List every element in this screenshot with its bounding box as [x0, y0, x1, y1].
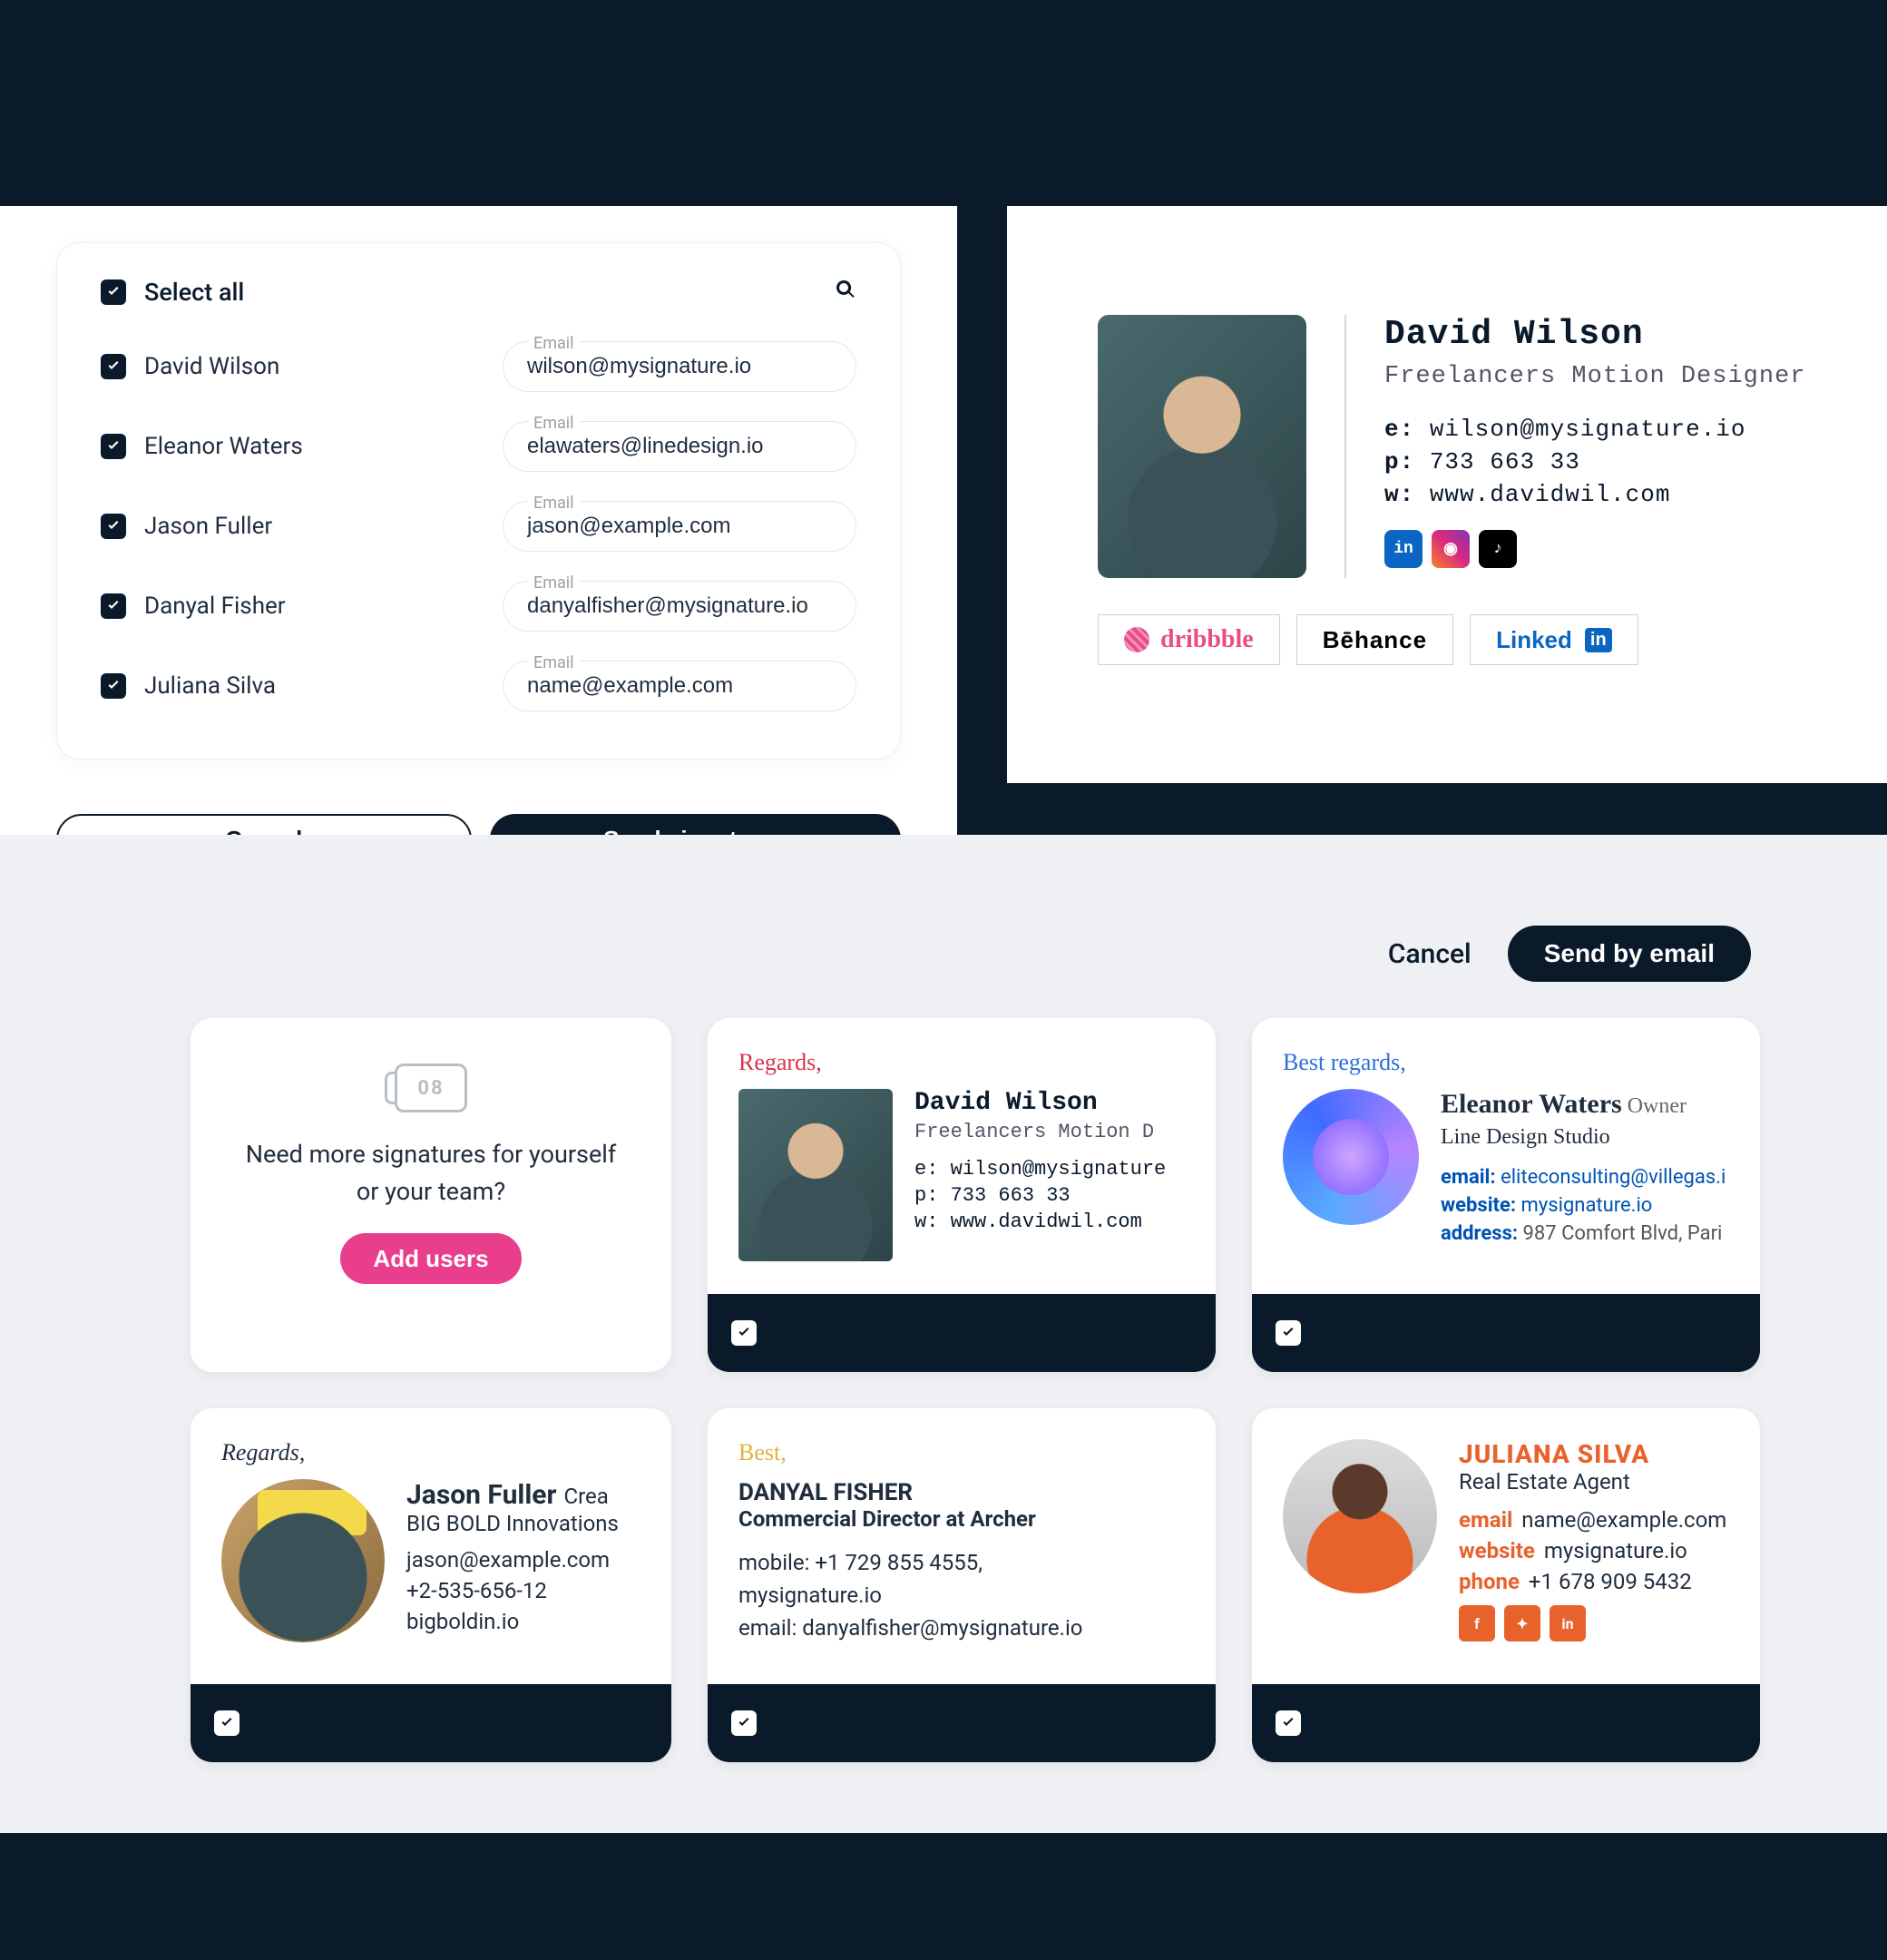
card-company: BIG BOLD Innovations — [406, 1511, 619, 1536]
facebook-icon[interactable]: f — [1459, 1605, 1495, 1642]
card-line: address: 987 Comfort Blvd, Pari — [1441, 1222, 1726, 1245]
select-all-checkbox[interactable] — [101, 279, 126, 305]
twitter-icon[interactable]: ✦ — [1504, 1605, 1540, 1642]
add-users-text: Need more signatures for yourself or you… — [227, 1136, 635, 1210]
user-name: Juliana Silva — [144, 672, 276, 700]
linkedin-icon[interactable]: in — [1384, 530, 1423, 568]
preview-phone: p: 733 663 33 — [1384, 448, 1805, 475]
user-name: David Wilson — [144, 353, 279, 380]
card-avatar — [1283, 1439, 1437, 1593]
user-row: Juliana Silva Email — [101, 661, 856, 711]
signatures-stack-icon — [395, 1063, 467, 1112]
dribbble-badge[interactable]: dribbble — [1098, 614, 1280, 665]
user-checkbox[interactable] — [101, 354, 126, 379]
card-checkbox[interactable] — [214, 1710, 240, 1736]
behance-badge[interactable]: Bēhance — [1296, 614, 1453, 665]
signature-card-eleanor[interactable]: Best regards, Eleanor WatersOwner Line D… — [1252, 1018, 1760, 1372]
user-checkbox[interactable] — [101, 434, 126, 459]
select-all-row: Select all — [101, 278, 856, 307]
card-checkbox[interactable] — [731, 1710, 757, 1736]
user-name: Jason Fuller — [144, 513, 272, 540]
card-line: emailname@example.com — [1459, 1507, 1726, 1533]
send-by-email-button[interactable]: Send by email — [1508, 926, 1751, 982]
user-checkbox[interactable] — [101, 514, 126, 539]
user-list-card: Select all David Wilson Email Eleanor Wa… — [56, 242, 901, 760]
signature-card-danyal[interactable]: Best, DANYAL FISHER Commercial Director … — [708, 1408, 1216, 1762]
email-float-label: Email — [528, 573, 580, 593]
user-row: Eleanor Waters Email — [101, 421, 856, 472]
card-name: DANYAL FISHER — [738, 1479, 1185, 1506]
card-line: bigboldin.io — [406, 1609, 619, 1634]
card-line: e: wilson@mysignature — [914, 1158, 1166, 1181]
card-line: mysignature.io — [738, 1583, 1185, 1608]
user-row: Jason Fuller Email — [101, 501, 856, 552]
user-row: David Wilson Email — [101, 341, 856, 392]
user-checkbox[interactable] — [101, 593, 126, 619]
email-float-label: Email — [528, 414, 580, 433]
card-line: websitemysignature.io — [1459, 1538, 1726, 1563]
card-name: David Wilson — [914, 1089, 1166, 1117]
preview-avatar — [1098, 315, 1306, 578]
card-name: Jason FullerCrea — [406, 1479, 619, 1511]
preview-title: Freelancers Motion Designer — [1384, 363, 1805, 390]
signature-card-david[interactable]: Regards, David Wilson Freelancers Motion… — [708, 1018, 1216, 1372]
gallery-cancel-link[interactable]: Cancel — [1388, 926, 1471, 982]
salutation: Regards, — [738, 1049, 1185, 1076]
user-name: Eleanor Waters — [144, 433, 303, 460]
card-line: w: www.davidwil.com — [914, 1210, 1166, 1233]
card-studio: Line Design Studio — [1441, 1125, 1726, 1150]
card-avatar — [738, 1089, 893, 1261]
card-title: Real Estate Agent — [1459, 1469, 1726, 1494]
card-avatar — [221, 1479, 385, 1642]
card-line: phone+1 678 909 5432 — [1459, 1569, 1726, 1594]
preview-email: e: wilson@mysignature.io — [1384, 416, 1805, 443]
divider — [1344, 315, 1346, 578]
email-float-label: Email — [528, 494, 580, 513]
user-row: Danyal Fisher Email — [101, 581, 856, 632]
select-all-label: Select all — [144, 278, 244, 307]
salutation: Best regards, — [1283, 1049, 1729, 1076]
card-line: email: danyalfisher@mysignature.io — [738, 1615, 1185, 1641]
preview-name: David Wilson — [1384, 315, 1805, 354]
card-name: JULIANA SILVA — [1459, 1439, 1726, 1469]
card-line: jason@example.com — [406, 1547, 619, 1573]
card-line: p: 733 663 33 — [914, 1184, 1166, 1207]
card-checkbox[interactable] — [1276, 1710, 1301, 1736]
signature-card-juliana[interactable]: JULIANA SILVA Real Estate Agent emailnam… — [1252, 1408, 1760, 1762]
instagram-icon[interactable]: ◉ — [1432, 530, 1470, 568]
salutation: Best, — [738, 1439, 1185, 1466]
card-checkbox[interactable] — [731, 1320, 757, 1346]
search-icon[interactable] — [835, 279, 856, 306]
card-title: Commercial Director at Archer — [738, 1506, 1185, 1532]
card-line: website: mysignature.io — [1441, 1194, 1726, 1217]
salutation: Regards, — [221, 1439, 640, 1466]
email-float-label: Email — [528, 334, 580, 353]
card-title: Freelancers Motion D — [914, 1121, 1166, 1143]
signatures-gallery: Cancel Send by email Need more signature… — [0, 835, 1887, 1833]
card-line: mobile: +1 729 855 4555, — [738, 1550, 1185, 1575]
card-name: Eleanor WatersOwner — [1441, 1089, 1726, 1120]
linkedin-icon[interactable]: in — [1550, 1605, 1586, 1642]
preview-web: w: www.davidwil.com — [1384, 481, 1805, 508]
user-checkbox[interactable] — [101, 673, 126, 699]
signature-preview-panel: David Wilson Freelancers Motion Designer… — [1007, 206, 1887, 783]
add-users-card: Need more signatures for yourself or you… — [191, 1018, 671, 1372]
user-name: Danyal Fisher — [144, 593, 286, 620]
card-checkbox[interactable] — [1276, 1320, 1301, 1346]
linkedin-badge[interactable]: Linkedin — [1470, 614, 1638, 665]
signature-card-jason[interactable]: Regards, Jason FullerCrea BIG BOLD Innov… — [191, 1408, 671, 1762]
add-users-button[interactable]: Add users — [340, 1233, 521, 1284]
tiktok-icon[interactable]: ♪ — [1479, 530, 1517, 568]
card-line: +2-535-656-12 — [406, 1578, 619, 1603]
card-logo — [1283, 1089, 1419, 1225]
email-float-label: Email — [528, 653, 580, 672]
card-line: email: eliteconsulting@villegas.i — [1441, 1166, 1726, 1189]
